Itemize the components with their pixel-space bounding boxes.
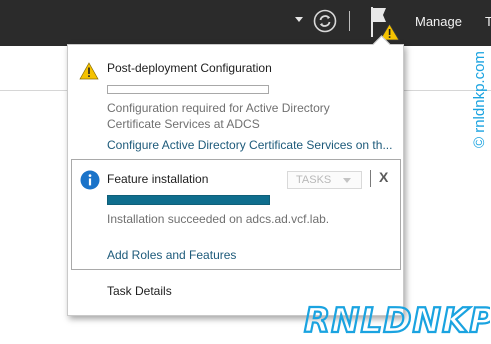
notifications-popup: Post-deployment Configuration Configurat…	[67, 35, 404, 316]
post-deployment-title: Post-deployment Configuration	[107, 61, 272, 75]
feature-installation-progress-bar	[107, 195, 270, 205]
feature-installation-notification: Feature installation TASKS X Installatio…	[71, 159, 401, 270]
svg-text:RNLDNKP: RNLDNKP	[304, 301, 490, 341]
refresh-icon[interactable]	[313, 9, 337, 33]
svg-text:© rnldnkp.com: © rnldnkp.com	[471, 51, 488, 148]
add-roles-and-features-link[interactable]: Add Roles and Features	[107, 248, 236, 262]
post-deployment-progress-bar	[107, 85, 269, 94]
toolbar-separator	[349, 11, 350, 31]
post-deployment-description: Configuration required for Active Direct…	[107, 101, 330, 131]
configure-adcs-link[interactable]: Configure Active Directory Certificate S…	[107, 138, 392, 152]
dropdown-caret-icon[interactable]	[295, 17, 303, 22]
tasks-separator	[370, 170, 371, 187]
feature-installation-progress-fill	[108, 196, 269, 204]
feature-installation-title: Feature installation	[107, 172, 209, 186]
rnldnkp-logo-watermark: RNLDNKP	[303, 300, 490, 342]
tasks-chevron-down-icon	[343, 178, 351, 183]
warning-icon	[79, 62, 99, 80]
server-manager-header: Manage T	[0, 0, 491, 46]
tasks-label: TASKS	[296, 174, 332, 186]
notification-flag-icon[interactable]	[368, 4, 402, 42]
task-details-link[interactable]: Task Details	[107, 284, 172, 298]
manage-menu[interactable]: Manage	[415, 14, 462, 29]
copyright-watermark: © rnldnkp.com	[471, 51, 488, 148]
info-icon	[80, 170, 100, 190]
tasks-dropdown[interactable]: TASKS	[287, 171, 362, 189]
dismiss-notification-button[interactable]: X	[379, 169, 388, 185]
installation-status-text: Installation succeeded on adcs.ad.vcf.la…	[107, 212, 330, 226]
